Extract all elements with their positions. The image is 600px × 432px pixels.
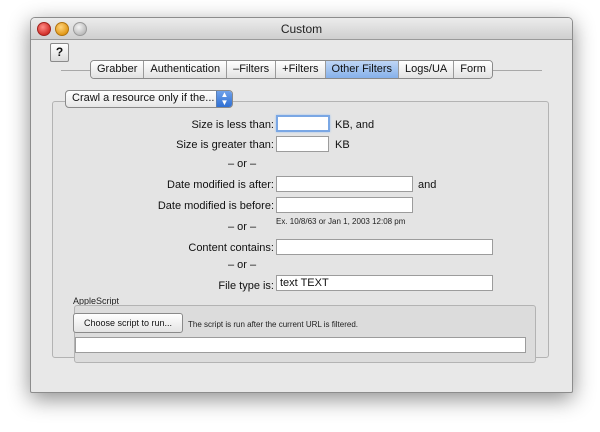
size-greater-input[interactable] — [276, 136, 329, 152]
custom-window: Custom ? Grabber Authentication –Filters… — [30, 17, 573, 393]
title-bar[interactable]: Custom — [31, 18, 572, 40]
content-contains-input[interactable] — [276, 239, 493, 255]
tab-grabber[interactable]: Grabber — [91, 61, 145, 78]
applescript-note: The script is run after the current URL … — [188, 320, 358, 329]
or-separator-2: – or – — [228, 221, 257, 233]
tab-form[interactable]: Form — [454, 61, 492, 78]
help-button[interactable]: ? — [50, 43, 69, 62]
date-example-hint: Ex. 10/8/63 or Jan 1, 2003 12:08 pm — [276, 217, 406, 226]
size-less-input[interactable] — [276, 115, 330, 132]
tab-bar: Grabber Authentication –Filters +Filters… — [90, 60, 493, 79]
tab-logs-ua[interactable]: Logs/UA — [399, 61, 455, 78]
crawl-condition-popup[interactable]: Crawl a resource only if the... ▲ ▼ — [65, 90, 233, 108]
date-after-suffix: and — [418, 179, 437, 191]
crawl-condition-label: Crawl a resource only if the... — [72, 92, 215, 104]
choose-script-button[interactable]: Choose script to run... — [73, 313, 183, 333]
or-separator-1: – or – — [228, 158, 257, 170]
date-after-label: Date modified is after: — [167, 179, 274, 191]
window-title: Custom — [280, 22, 323, 36]
popup-arrows-icon: ▲ ▼ — [216, 91, 232, 107]
size-less-unit: KB, and — [335, 119, 375, 131]
file-type-input[interactable] — [276, 275, 493, 291]
applescript-path-field[interactable] — [75, 337, 526, 353]
tab-minus-filters[interactable]: –Filters — [227, 61, 277, 78]
tab-other-filters[interactable]: Other Filters — [325, 61, 400, 78]
date-before-input[interactable] — [276, 197, 413, 213]
tab-plus-filters[interactable]: +Filters — [276, 61, 326, 78]
date-before-label: Date modified is before: — [157, 200, 274, 212]
size-greater-label: Size is greater than: — [176, 139, 274, 151]
or-separator-3: – or – — [228, 259, 257, 271]
file-type-label: File type is: — [218, 280, 274, 292]
content-contains-label: Content contains: — [188, 242, 274, 254]
tab-authentication[interactable]: Authentication — [144, 61, 228, 78]
date-after-input[interactable] — [276, 176, 413, 192]
size-less-label: Size is less than: — [191, 119, 274, 131]
size-greater-unit: KB — [335, 139, 350, 151]
